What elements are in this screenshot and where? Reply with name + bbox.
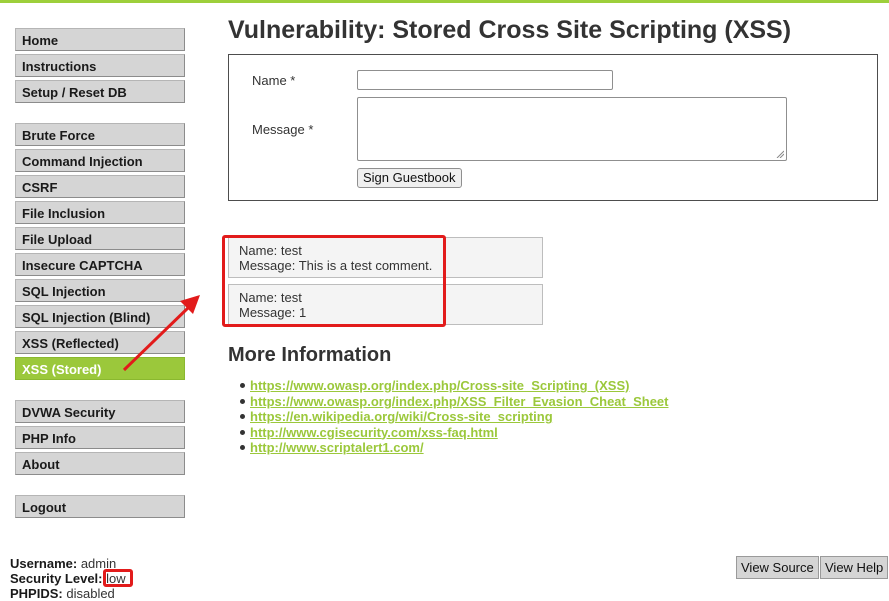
nav-xss-stored[interactable]: XSS (Stored) [15,357,185,380]
nav-brute-force[interactable]: Brute Force [15,123,185,146]
message-textarea[interactable] [357,97,787,161]
view-source-button[interactable]: View Source [736,556,819,579]
phpids-value: disabled [66,586,115,601]
nav-separator [15,106,185,123]
nav-csrf[interactable]: CSRF [15,175,185,198]
username-label: Username: [10,556,78,571]
list-item: http://www.cgisecurity.com/xss-faq.html [240,425,669,441]
nav-home[interactable]: Home [15,28,185,51]
nav-instructions[interactable]: Instructions [15,54,185,77]
list-item: https://www.owasp.org/index.php/XSS_Filt… [240,394,669,410]
annotation-highlight-security-level [103,569,133,587]
list-item: http://www.scriptalert1.com/ [240,440,669,456]
list-item: https://www.owasp.org/index.php/Cross-si… [240,378,669,394]
phpids-line: PHPIDS: disabled [10,586,126,601]
sign-guestbook-button[interactable]: Sign Guestbook [357,168,462,188]
nav-setup-reset-db[interactable]: Setup / Reset DB [15,80,185,103]
security-level-label: Security Level: [10,571,103,586]
nav-insecure-captcha[interactable]: Insecure CAPTCHA [15,253,185,276]
top-accent-bar [0,0,889,3]
resize-grip-icon[interactable] [776,150,784,158]
list-item: https://en.wikipedia.org/wiki/Cross-site… [240,409,669,425]
nav-separator [15,478,185,495]
sidebar-nav: Home Instructions Setup / Reset DB Brute… [15,28,185,521]
nav-dvwa-security[interactable]: DVWA Security [15,400,185,423]
message-label: Message * [252,122,314,137]
name-input[interactable] [357,70,613,90]
link-owasp-filter-evasion[interactable]: https://www.owasp.org/index.php/XSS_Filt… [250,394,669,409]
nav-sql-injection-blind[interactable]: SQL Injection (Blind) [15,305,185,328]
more-information-links: https://www.owasp.org/index.php/Cross-si… [240,378,669,456]
nav-logout[interactable]: Logout [15,495,185,518]
link-wikipedia-xss[interactable]: https://en.wikipedia.org/wiki/Cross-site… [250,409,553,424]
name-label: Name * [252,73,296,88]
more-information-heading: More Information [228,344,392,366]
nav-xss-reflected[interactable]: XSS (Reflected) [15,331,185,354]
nav-separator [15,383,185,400]
link-cgisecurity-faq[interactable]: http://www.cgisecurity.com/xss-faq.html [250,425,498,440]
phpids-label: PHPIDS: [10,586,63,601]
nav-about[interactable]: About [15,452,185,475]
guestbook-form: Name * Message * Sign Guestbook [228,54,878,201]
nav-sql-injection[interactable]: SQL Injection [15,279,185,302]
nav-command-injection[interactable]: Command Injection [15,149,185,172]
nav-file-inclusion[interactable]: File Inclusion [15,201,185,224]
view-help-button[interactable]: View Help [820,556,889,579]
nav-file-upload[interactable]: File Upload [15,227,185,250]
link-scriptalert1[interactable]: http://www.scriptalert1.com/ [250,440,424,455]
annotation-highlight-entries [222,235,446,327]
link-owasp-xss[interactable]: https://www.owasp.org/index.php/Cross-si… [250,378,629,393]
nav-php-info[interactable]: PHP Info [15,426,185,449]
page-title: Vulnerability: Stored Cross Site Scripti… [228,16,792,44]
